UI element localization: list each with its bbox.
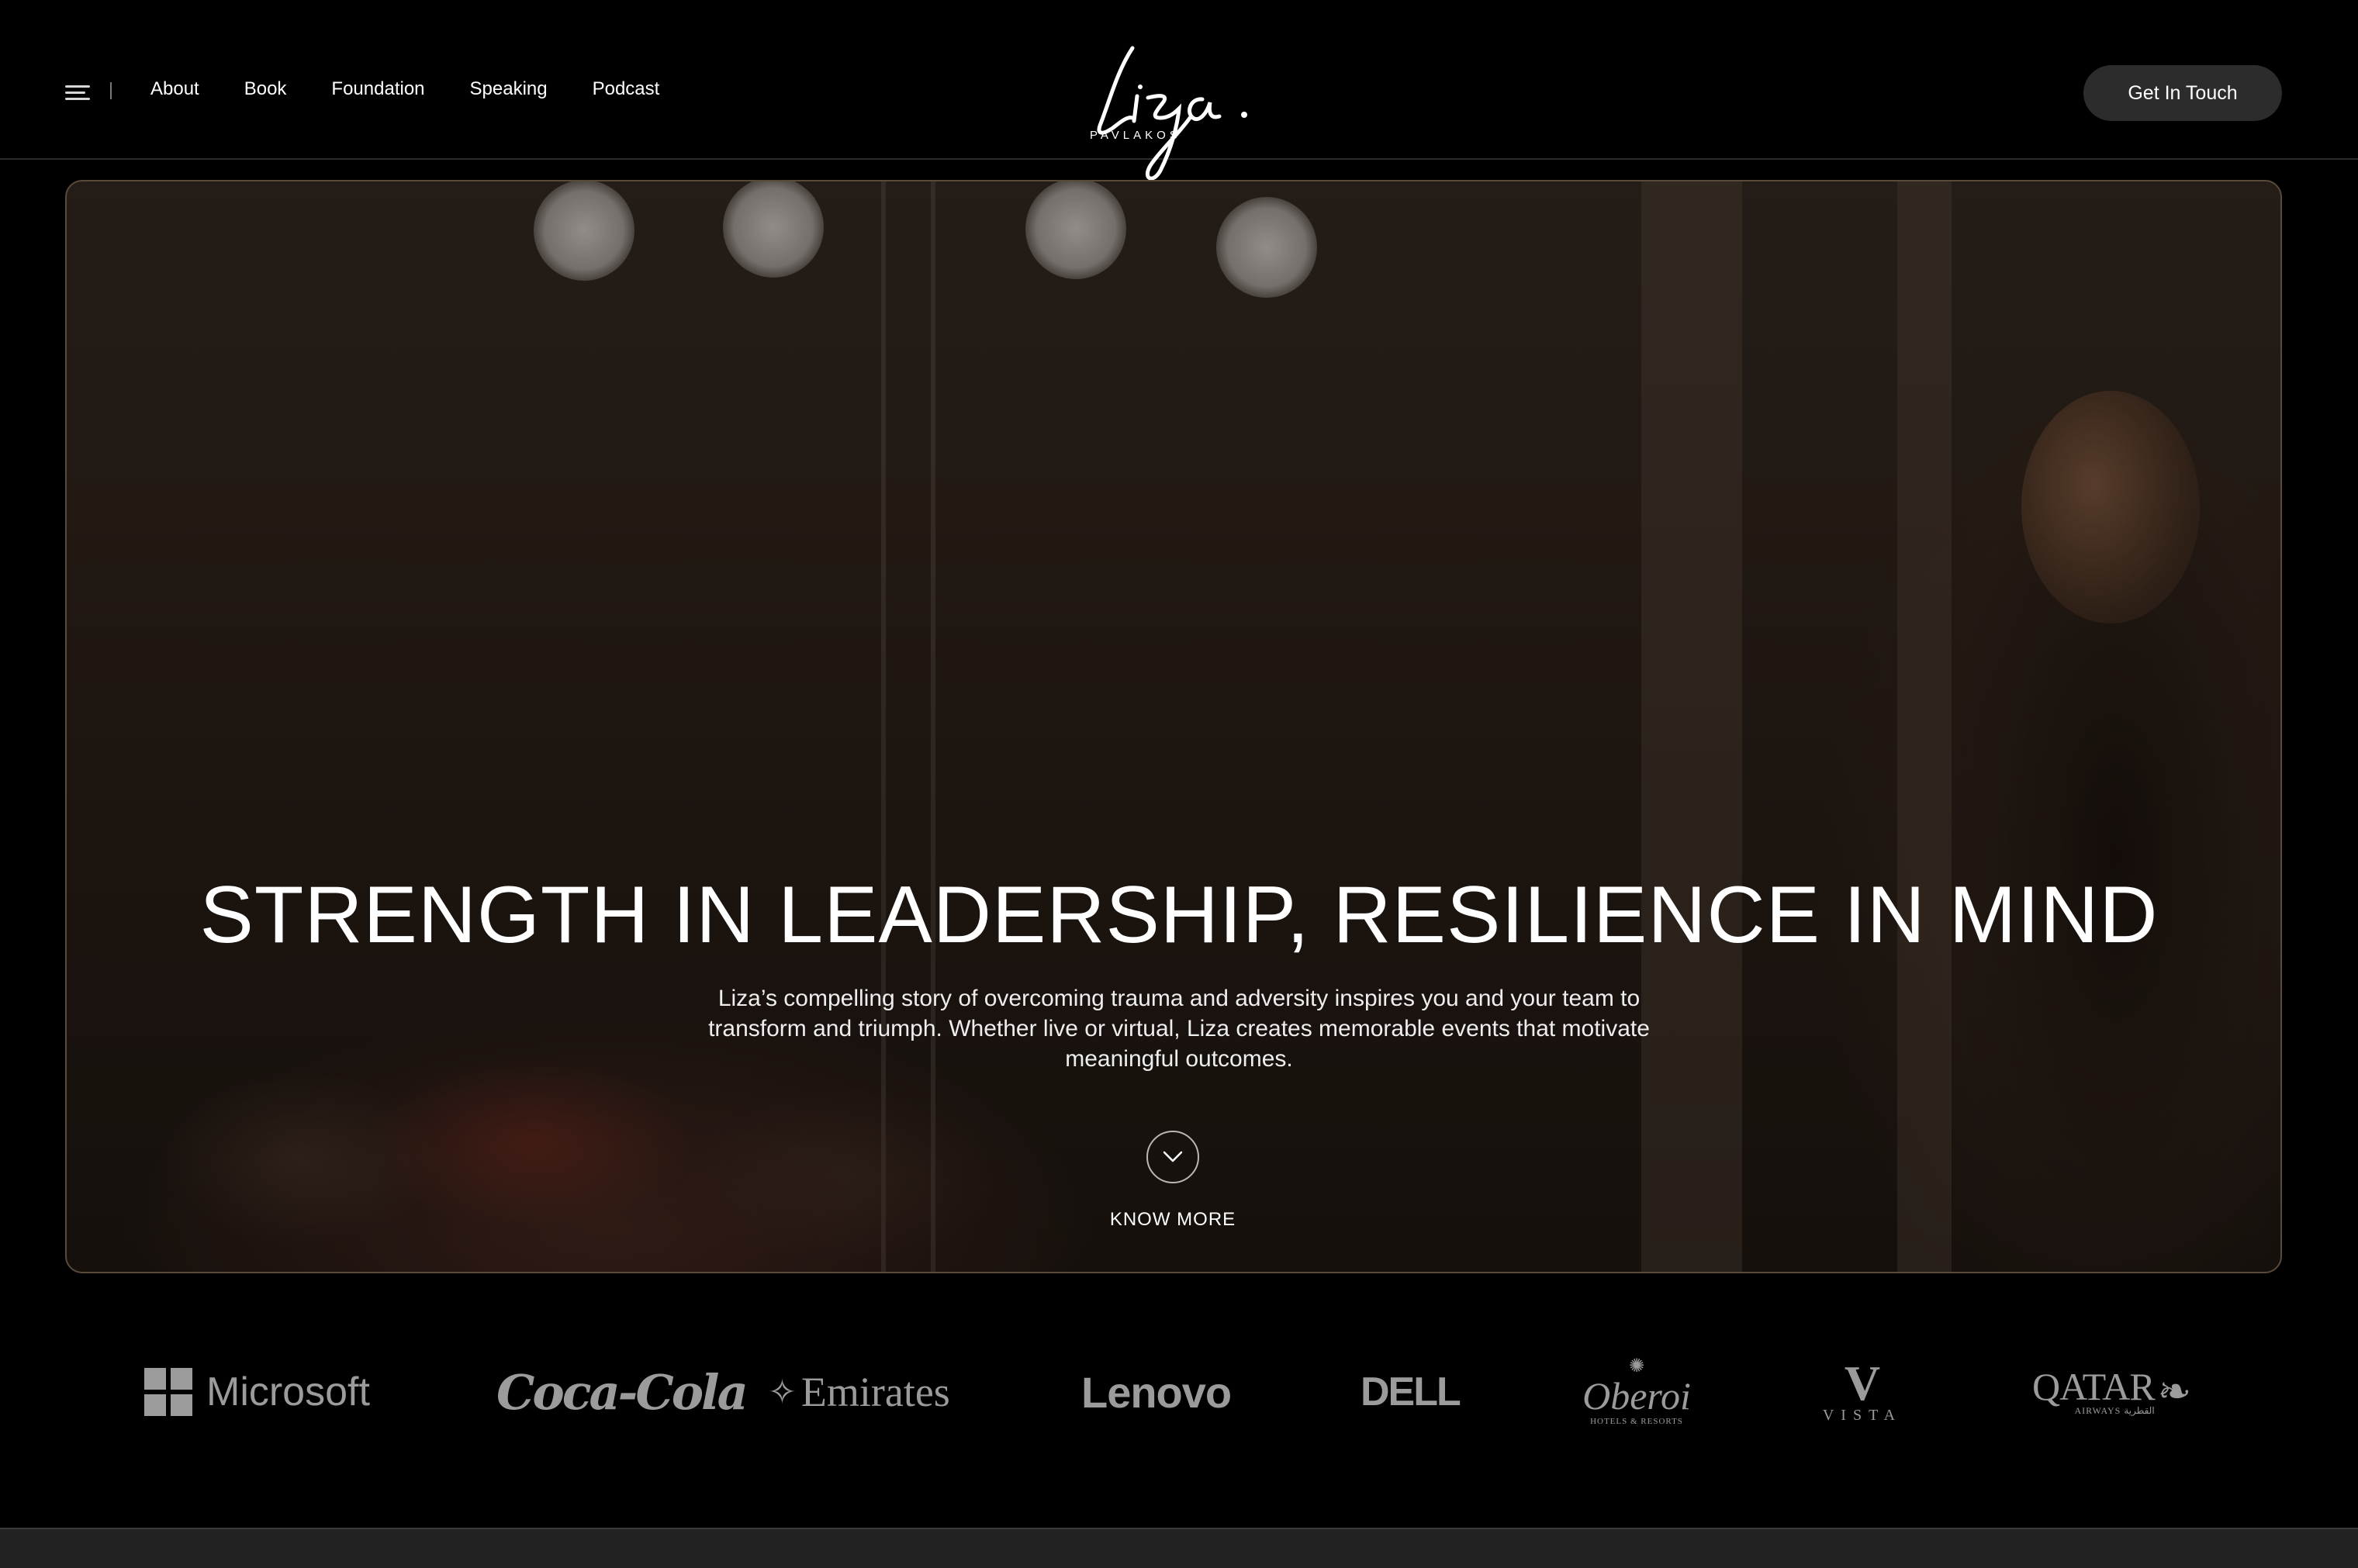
dell-wordmark: DELL — [1361, 1369, 1461, 1414]
emirates-wordmark: Emirates — [800, 1369, 950, 1415]
know-more-link[interactable]: KNOW MORE — [0, 1208, 2346, 1231]
nav-link-about[interactable]: About — [150, 76, 199, 102]
qatar-logo: QATAR AIRWAYS القطرية ❧ — [2032, 1349, 2191, 1435]
emirates-emblem-icon: ✧ — [768, 1373, 797, 1411]
site-logo[interactable]: PAVLAKOS — [1086, 40, 1264, 188]
site-header: About Book Foundation Speaking Podcast P… — [0, 0, 2358, 181]
emirates-logo: ✧ Emirates — [768, 1349, 950, 1435]
logo-name: PAVLAKOS — [1090, 129, 1181, 142]
nav-divider — [110, 82, 112, 99]
microsoft-logo: Microsoft — [144, 1349, 370, 1435]
qatar-subtitle: AIRWAYS القطرية — [2074, 1405, 2155, 1416]
vista-logo: V VISTA — [1812, 1349, 1913, 1435]
nav-link-foundation[interactable]: Foundation — [331, 76, 424, 102]
microsoft-grid-icon — [144, 1368, 192, 1416]
hero-title: STRENGTH IN LEADERSHIP, RESILIENCE IN MI… — [199, 870, 2159, 960]
vista-v-icon: V — [1844, 1356, 1881, 1411]
cocacola-logo: Coca-Cola — [496, 1349, 749, 1435]
hamburger-icon[interactable] — [65, 85, 90, 101]
page: About Book Foundation Speaking Podcast P… — [0, 0, 2358, 1568]
oryx-icon: ❧ — [2157, 1369, 2192, 1414]
lenovo-wordmark: Lenovo — [1081, 1367, 1232, 1417]
hero-overlay — [67, 181, 2280, 1272]
main-nav: About Book Foundation Speaking Podcast — [150, 76, 704, 102]
nav-link-podcast[interactable]: Podcast — [593, 76, 660, 102]
hero-section — [65, 180, 2282, 1273]
nav-link-book[interactable]: Book — [244, 76, 287, 102]
vista-wordmark: VISTA — [1822, 1407, 1903, 1424]
cocacola-wordmark: Coca-Cola — [496, 1363, 749, 1421]
oberoi-sun-icon: ✺ — [1628, 1356, 1645, 1376]
logo-signature: PAVLAKOS — [1090, 46, 1247, 181]
qatar-wordmark: QATAR — [2032, 1365, 2156, 1408]
oberoi-subtitle: HOTELS & RESORTS — [1590, 1417, 1683, 1426]
oberoi-wordmark: Oberoi — [1582, 1374, 1691, 1418]
oberoi-logo: ✺ Oberoi HOTELS & RESORTS — [1582, 1349, 1691, 1435]
client-logos: Microsoft Coca-Cola ✧ Emirates Lenovo DE… — [0, 1349, 2358, 1435]
microsoft-wordmark: Microsoft — [206, 1369, 370, 1414]
get-in-touch-button[interactable]: Get In Touch — [2083, 65, 2282, 121]
dell-logo: DELL — [1361, 1349, 1461, 1435]
chevron-down-icon — [1163, 1151, 1183, 1162]
hero-description: Liza’s compelling story of overcoming tr… — [708, 986, 1650, 1072]
lenovo-logo: Lenovo — [1081, 1349, 1232, 1435]
next-section-edge — [0, 1528, 2358, 1568]
scroll-down-button[interactable] — [1146, 1131, 1199, 1183]
nav-link-speaking[interactable]: Speaking — [470, 76, 548, 102]
